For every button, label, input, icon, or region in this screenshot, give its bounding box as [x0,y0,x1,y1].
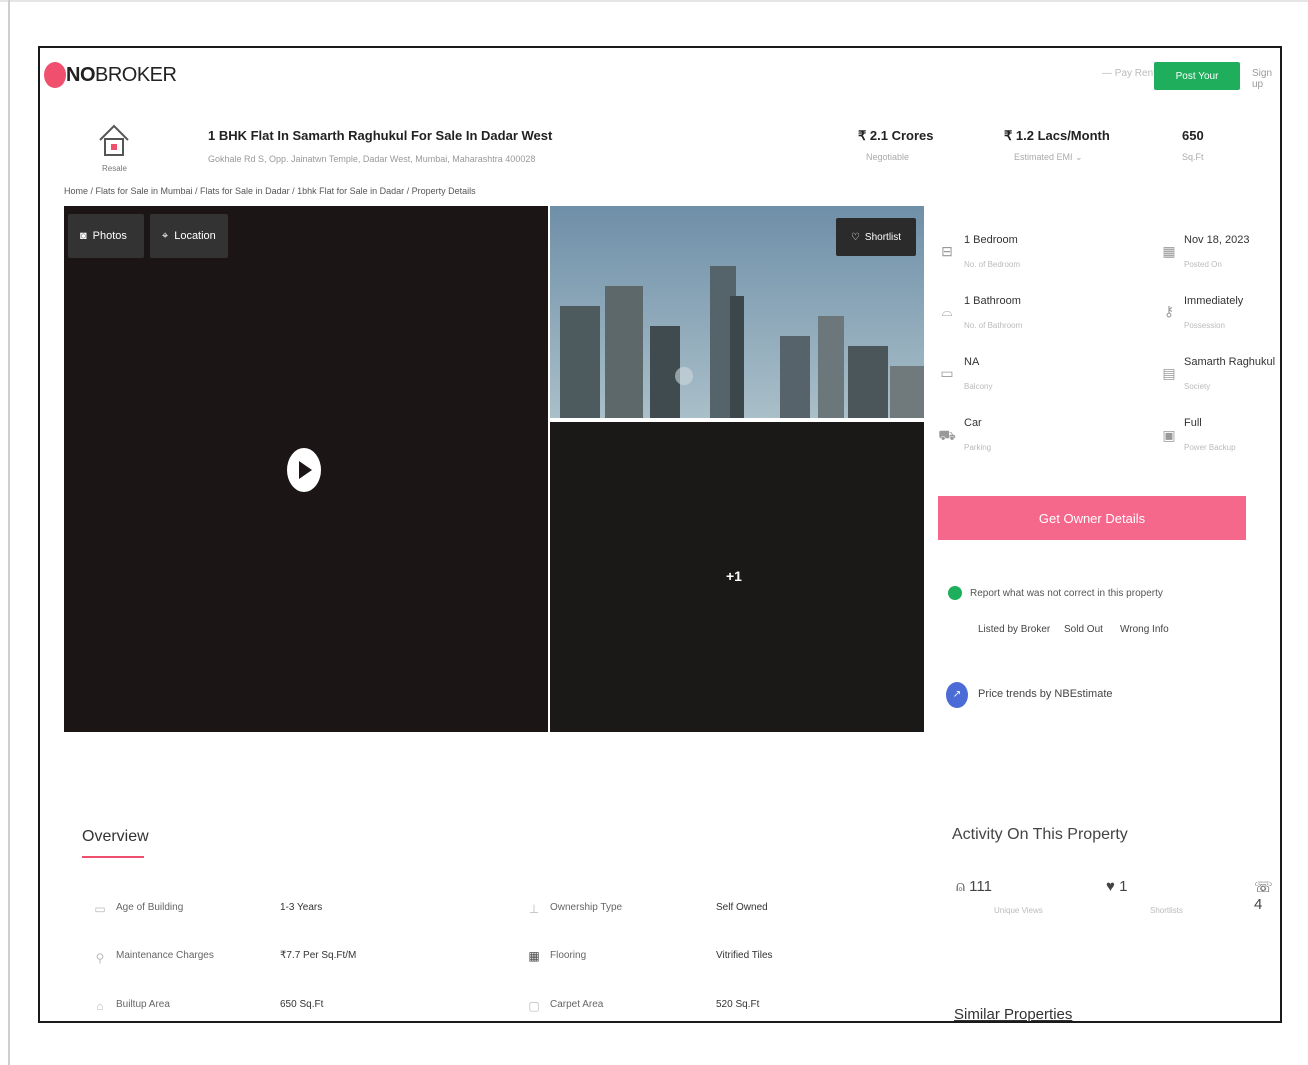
logo[interactable]: NOBROKER [66,64,177,87]
camera-icon: ◙ [80,230,87,242]
detail-label: Parking [964,443,992,452]
phone-icon: ☏ [1254,879,1273,896]
overview-label: Ownership Type [550,902,623,913]
ownership-icon: ⊥ [528,902,540,916]
price: ₹ 2.1 Crores [858,128,934,143]
area-unit: Sq.Ft [1182,152,1204,162]
detail-value: NA [964,356,980,368]
shortlist-button[interactable]: ♡ Shortlist [836,218,916,256]
property-title: 1 BHK Flat In Samarth Raghukul For Sale … [208,128,553,143]
overview-label: Carpet Area [550,999,604,1010]
flooring-icon: ▦ [528,949,540,963]
detail-value: Immediately [1184,295,1244,307]
report-icon [948,586,962,600]
builtup-icon: ⌂ [96,999,104,1013]
detail-value: Full [1184,417,1202,429]
detail-value: Samarth Raghukul [1184,356,1276,368]
detail-value: 1 Bedroom [964,234,1018,246]
heart-filled-icon: ♥ [1106,878,1120,895]
person-icon: ⍝ [956,878,970,895]
detail-label: No. of Bedroom [964,260,1021,269]
detail-value: Nov 18, 2023 [1184,234,1250,246]
report-text: Report what was not correct in this prop… [970,588,1163,599]
play-icon[interactable] [287,448,321,492]
detail-label: Posted On [1184,260,1222,269]
overview-label: Age of Building [116,902,184,913]
pay-rent-link[interactable]: — Pay Rent [1102,68,1156,79]
overview-value: 650 Sq.Ft [280,999,324,1010]
breadcrumb[interactable]: Home / Flats for Sale in Mumbai / Flats … [64,186,476,196]
carpet-icon: ▢ [528,999,540,1013]
report-chip-sold-out[interactable]: Sold Out [1064,624,1103,635]
detail-value: 1 Bathroom [964,295,1021,307]
price-note: Negotiable [866,152,910,162]
overview-value: ₹7.7 Per Sq.Ft/M [280,950,357,961]
overview-label: Builtup Area [116,999,170,1010]
resale-label: Resale [102,164,127,173]
emi-dropdown[interactable]: Estimated EMI ⌄ [1014,152,1083,163]
detail-label: Balcony [964,382,993,391]
building-age-icon: ▭ [94,902,106,916]
calendar-icon: ▦ [1162,243,1176,259]
key-icon: ⚷ [1163,303,1175,319]
contacted-count: ☏ 4 [1254,879,1273,913]
photos-button[interactable]: ◙ Photos [68,214,144,258]
detail-label: No. of Bathroom [964,321,1023,330]
activity-title: Activity On This Property [952,826,1128,843]
report-chip-broker[interactable]: Listed by Broker [978,624,1050,635]
detail-value: Car [964,417,982,429]
screenshot-frame: NOBROKER — Pay Rent Post Your Property S… [38,46,1282,1023]
overview-title[interactable]: Overview [82,828,149,846]
scan-edge-top [0,0,1308,2]
balcony-icon: ▭ [940,365,954,381]
overview-label: Flooring [550,950,587,961]
post-property-button[interactable]: Post Your Property [1154,62,1240,110]
overview-value: 1-3 Years [280,902,323,913]
sign-up-link[interactable]: Sign up [1252,68,1280,90]
property-address: Gokhale Rd S, Opp. Jainatwn Temple, Dada… [208,154,536,164]
house-icon [99,124,129,156]
price-trends-link[interactable]: Price trends by NBEstimate [978,688,1113,700]
price-trends-icon: ↗ [946,682,968,708]
shortlists-count: ♥ 1 [1106,878,1128,895]
bed-icon: ⊟ [941,243,953,259]
heart-icon: ♡ [850,231,860,243]
detail-label: Possession [1184,321,1225,330]
power-icon: ▣ [1162,427,1176,443]
detail-label: Society [1184,382,1211,391]
get-owner-details-button[interactable]: Get Owner Details [938,496,1246,540]
unique-views-label: Unique Views [994,906,1043,915]
shortlists-label: Shortlists [1150,906,1183,915]
unique-views-count: ⍝ 111 [956,878,992,895]
building-icon: ▤ [1162,365,1176,381]
location-button[interactable]: ⌖ Location [150,214,228,258]
car-icon: ⛟ [938,427,956,443]
maintenance-icon: ⚲ [95,951,105,965]
emi-amount: ₹ 1.2 Lacs/Month [1004,128,1110,143]
report-chip-wrong-info[interactable]: Wrong Info [1120,624,1169,635]
more-photos-count[interactable]: +1 [726,568,742,584]
logo-icon [44,62,66,88]
scan-edge-left [8,0,10,1065]
overview-value: 520 Sq.Ft [716,999,760,1010]
detail-label: Power Backup [1184,443,1236,452]
overview-tab-indicator [82,856,144,858]
overview-value: Self Owned [716,902,768,913]
location-pin-icon: ⌖ [162,229,169,242]
similar-properties-heading[interactable]: Similar Properties [954,1006,1072,1021]
bath-icon: ⌓ [941,303,953,319]
overview-value: Vitrified Tiles [716,950,773,961]
area-value: 650 [1182,128,1204,143]
overview-label: Maintenance Charges [116,950,214,961]
